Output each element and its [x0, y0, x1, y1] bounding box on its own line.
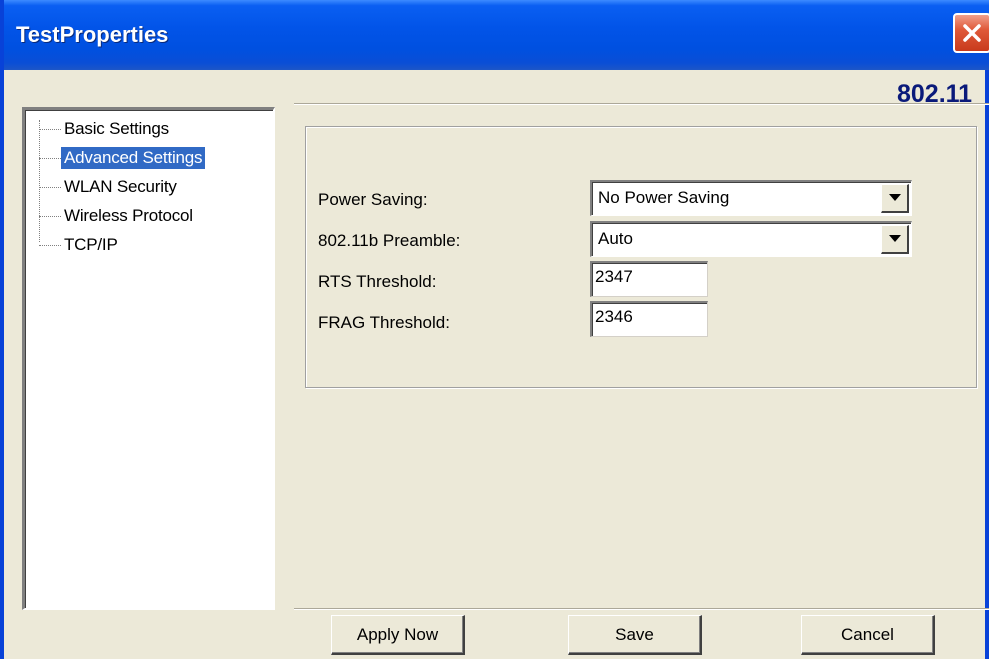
chevron-down-icon — [888, 194, 901, 201]
tree-item-label: Wireless Protocol — [64, 206, 193, 225]
tree-item-label: TCP/IP — [64, 235, 118, 254]
tree-branch — [39, 187, 61, 188]
tree-item-label: Advanced Settings — [61, 147, 206, 169]
frag-threshold-input[interactable]: 2346 — [590, 301, 708, 337]
tree-item-label: Basic Settings — [64, 119, 169, 138]
frag-threshold-label: FRAG Threshold: — [318, 313, 450, 332]
window-title: TestProperties — [16, 22, 169, 47]
rts-threshold-input[interactable]: 2347 — [590, 261, 708, 297]
bottom-divider — [294, 608, 989, 610]
preamble-dropdown-button[interactable] — [881, 225, 909, 254]
save-button[interactable]: Save — [568, 615, 702, 655]
frag-threshold-value: 2346 — [595, 307, 633, 326]
tree-item-wlan-security[interactable]: WLAN Security — [25, 174, 255, 202]
power-saving-label: Power Saving: — [318, 190, 428, 209]
power-saving-select[interactable]: No Power Saving — [590, 180, 912, 216]
properties-window: TestProperties 802.11 Basic Settings Adv… — [0, 0, 989, 659]
tree-item-tcpip[interactable]: TCP/IP — [25, 232, 255, 260]
rts-threshold-value: 2347 — [595, 267, 633, 286]
title-bar[interactable]: TestProperties — [4, 0, 989, 70]
tree-branch — [39, 245, 61, 246]
tree-item-advanced-settings[interactable]: Advanced Settings — [25, 145, 255, 173]
preamble-label: 802.11b Preamble: — [318, 231, 461, 250]
power-saving-dropdown-button[interactable] — [881, 184, 909, 213]
rts-threshold-label: RTS Threshold: — [318, 272, 437, 291]
tree-branch — [39, 216, 61, 217]
advanced-settings-group — [305, 126, 977, 388]
chevron-down-icon — [888, 235, 901, 242]
tree-item-wireless-protocol[interactable]: Wireless Protocol — [25, 203, 255, 231]
tree-item-label: WLAN Security — [64, 177, 177, 196]
apply-now-button[interactable]: Apply Now — [331, 615, 465, 655]
preamble-select[interactable]: Auto — [590, 221, 912, 257]
close-icon — [963, 24, 981, 42]
preamble-value: Auto — [598, 229, 633, 248]
settings-tree[interactable]: Basic Settings Advanced Settings WLAN Se… — [22, 107, 275, 610]
cancel-button[interactable]: Cancel — [801, 615, 935, 655]
top-divider — [294, 103, 989, 105]
tree-item-basic-settings[interactable]: Basic Settings — [25, 116, 255, 144]
power-saving-value: No Power Saving — [598, 188, 730, 207]
close-button[interactable] — [953, 13, 989, 53]
tree-branch — [39, 158, 61, 159]
tree-branch — [39, 129, 61, 130]
